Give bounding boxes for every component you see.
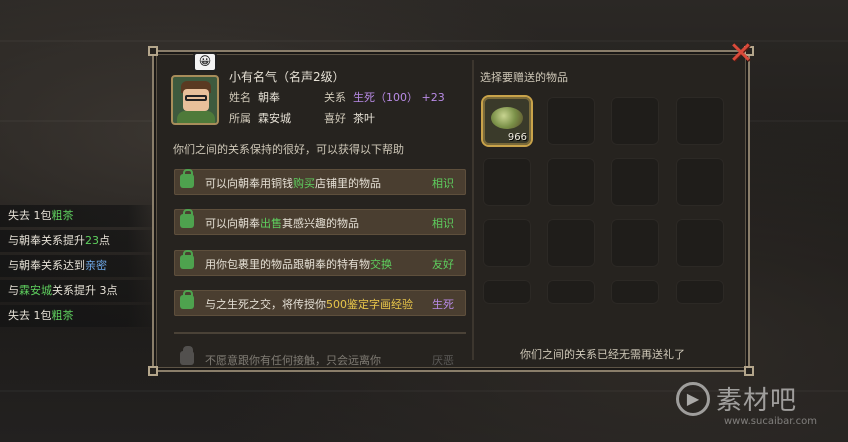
gift-slot-tea[interactable]: 966 [483,97,531,145]
perk-tier: 相识 [432,177,454,190]
relation-value: 生死（100） +23 [353,91,445,104]
log-entry: 失去 1包粗茶 [0,305,160,327]
gift-slot[interactable] [676,97,724,145]
perk-tier: 厌恶 [432,354,454,367]
perk-sell[interactable]: 可以向朝奉出售其感兴趣的物品 相识 [174,209,466,235]
npc-portrait [171,75,219,125]
gift-slot[interactable] [547,280,595,304]
perk-tier: 生死 [432,298,454,311]
gift-slot[interactable] [676,280,724,304]
log-entry: 失去 1包粗茶 [0,205,160,227]
log-entry: 与朝奉关系达到亲密 [0,255,160,277]
divider [174,332,466,334]
gift-slot[interactable] [611,280,659,304]
gift-slot[interactable] [483,280,531,304]
gift-slot[interactable] [547,158,595,206]
log-entry: 与朝奉关系提升23点 [0,230,160,252]
log-entry: 与霖安城关系提升 3点 [0,280,160,302]
gift-slot[interactable] [611,158,659,206]
gift-title: 选择要赠送的物品 [480,71,568,84]
watermark-logo-icon: ▶ [676,382,710,416]
watermark-url: www.sucaibar.com [724,416,817,427]
perk-tier: 相识 [432,217,454,230]
unlock-icon [180,250,194,269]
likes-label: 喜好 [324,112,346,125]
relation-label: 关系 [324,91,346,104]
perk-teach[interactable]: 与之生死之交，将传授你500鉴定字画经验 生死 [174,290,466,316]
help-text: 你们之间的关系保持的很好，可以获得以下帮助 [173,143,404,156]
unlock-icon [180,169,194,188]
tea-item-icon [491,107,523,129]
name-label: 姓名 [229,91,251,104]
likes-value: 茶叶 [353,112,375,125]
perk-hostile: 不愿意跟你有任何接触，只会远离你 厌恶 [174,346,466,372]
close-button[interactable]: ✕ [726,39,756,70]
fame-level: 小有名气（名声2级） [229,70,345,84]
gift-slot[interactable] [547,97,595,145]
perk-buy[interactable]: 可以向朝奉用铜钱购买店铺里的物品 相识 [174,169,466,195]
gift-slot[interactable] [547,219,595,267]
npc-name: 朝奉 [258,91,280,104]
gift-slot[interactable] [676,219,724,267]
gift-slot[interactable] [483,158,531,206]
watermark-text: 素材吧 [716,386,798,416]
faction-value: 霖安城 [258,112,291,125]
unlock-icon [180,290,194,309]
lock-icon [180,346,194,365]
gift-slot[interactable] [676,158,724,206]
event-log: 失去 1包粗茶 与朝奉关系提升23点 与朝奉关系达到亲密 与霖安城关系提升 3点… [0,205,160,330]
gift-note: 你们之间的关系已经无需再送礼了 [520,348,685,361]
gift-slot[interactable] [611,219,659,267]
gift-slot[interactable] [611,97,659,145]
item-count: 966 [507,132,527,143]
unlock-icon [180,209,194,228]
perk-tier: 友好 [432,258,454,271]
perk-exchange[interactable]: 用你包裹里的物品跟朝奉的特有物交换 友好 [174,250,466,276]
gift-slot[interactable] [483,219,531,267]
emote-bubble: 😀 [193,52,217,72]
faction-label: 所属 [229,112,251,125]
